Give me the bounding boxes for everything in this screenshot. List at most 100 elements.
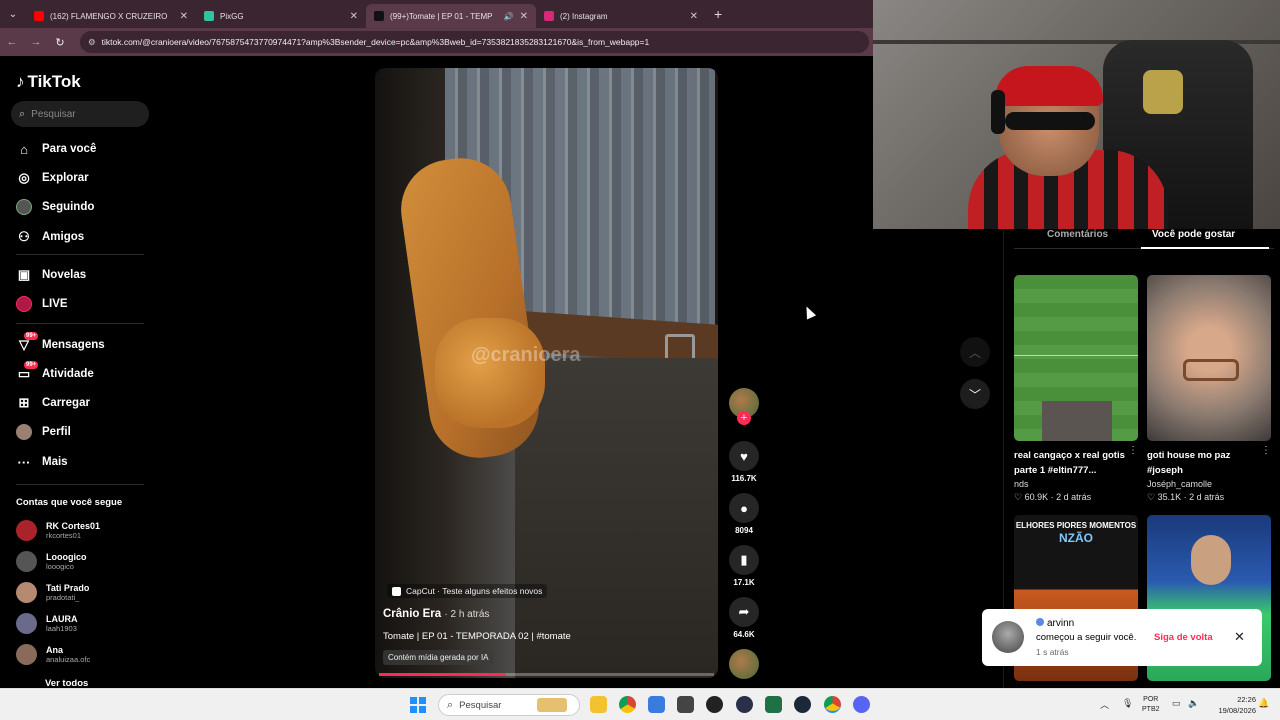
taskbar-search-input[interactable]: ⌕ Pesquisar xyxy=(438,694,580,716)
lang-layout: PTB2 xyxy=(1142,706,1160,713)
nav-mais[interactable]: ··· Mais xyxy=(16,454,68,470)
notification-user[interactable]: arvinn xyxy=(1036,618,1074,629)
app-icon[interactable] xyxy=(677,696,694,713)
browser-tab-instagram[interactable]: (2) Instagram ✕ xyxy=(536,4,706,28)
nav-mensagens[interactable]: ▽ 99+ Mensagens xyxy=(16,332,105,353)
followed-account[interactable]: Looogico looogico xyxy=(16,551,87,572)
close-icon[interactable]: ✕ xyxy=(350,11,358,22)
capcut-text: CapCut · Teste alguns efeitos novos xyxy=(406,586,543,596)
nav-novelas[interactable]: ▣ Novelas xyxy=(16,267,86,283)
windows-start-icon[interactable] xyxy=(410,697,426,713)
tab-search-button[interactable]: ⌄ xyxy=(0,0,26,28)
tray-chevron-icon[interactable]: ︿ xyxy=(1100,698,1109,711)
nav-seguindo[interactable]: Seguindo xyxy=(16,199,94,215)
clock-time: 22:26 xyxy=(1237,695,1256,704)
comment-icon: ● xyxy=(729,493,759,523)
steam-icon[interactable] xyxy=(794,696,811,713)
volume-icon[interactable]: 🔈 xyxy=(1188,698,1199,709)
back-icon[interactable]: ← xyxy=(0,36,24,48)
capcut-tag[interactable]: CapCut · Teste alguns efeitos novos xyxy=(387,584,548,598)
video-progress-bar[interactable] xyxy=(379,673,714,676)
share-icon: ➦ xyxy=(729,597,759,627)
excel-icon[interactable] xyxy=(765,696,782,713)
music-disc-button[interactable] xyxy=(727,649,761,679)
video-watermark: @cranioera xyxy=(471,344,581,366)
followed-account[interactable]: RK Cortes01 rkcortes01 xyxy=(16,520,100,541)
share-button[interactable]: ➦ 64.6K xyxy=(727,597,761,639)
account-name: Tati Prado xyxy=(46,583,90,593)
pitch-line xyxy=(1014,355,1138,356)
more-options-icon[interactable]: ⋮ xyxy=(1128,445,1138,456)
microphone-icon[interactable]: 🎙 xyxy=(1122,698,1133,709)
site-info-icon[interactable]: ⚙ xyxy=(88,37,96,48)
nav-para-voce[interactable]: ⌂ Para você xyxy=(16,141,96,157)
tiktok-logo[interactable]: ♪ TikTok xyxy=(16,72,81,92)
clock-date: 19/08/2026 xyxy=(1218,706,1256,715)
chrome-active-icon[interactable] xyxy=(824,696,841,713)
app-icon[interactable] xyxy=(648,696,665,713)
nav-perfil[interactable]: Perfil xyxy=(16,424,71,440)
app-icon[interactable] xyxy=(736,696,753,713)
file-explorer-icon[interactable] xyxy=(590,696,607,713)
browser-tab-bar: ⌄ (162) FLAMENGO X CRUZEIRO ✕ PixGG ✕ (9… xyxy=(0,0,873,28)
browser-tab-tiktok[interactable]: (99+)Tomate | EP 01 - TEMP 🔊 ✕ xyxy=(366,4,536,28)
instagram-icon xyxy=(544,11,554,21)
sidebar-divider xyxy=(16,484,144,485)
creator-avatar-button[interactable]: + xyxy=(727,388,761,425)
browser-tab-pixgg[interactable]: PixGG ✕ xyxy=(196,4,366,28)
avatar xyxy=(16,520,37,541)
chevron-down-icon: ﹀ xyxy=(968,387,981,402)
comment-button[interactable]: ● 8094 xyxy=(727,493,761,535)
reload-icon[interactable]: ↻ xyxy=(48,36,72,49)
profile-icon xyxy=(16,424,32,440)
taskbar-clock[interactable]: 22:26 19/08/2026 xyxy=(1206,694,1256,716)
chrome-icon[interactable] xyxy=(619,696,636,713)
next-video-button[interactable]: ﹀ xyxy=(960,379,990,409)
follow-plus-icon[interactable]: + xyxy=(737,411,751,425)
keyboard-language[interactable]: POR PTB2 xyxy=(1142,695,1160,715)
new-tab-button[interactable]: + xyxy=(714,6,722,22)
nav-amigos[interactable]: ⚇ Amigos xyxy=(16,229,84,245)
post-time: · 2 h atrás xyxy=(444,609,490,620)
tab-you-may-like[interactable]: Você pode gostar xyxy=(1152,229,1235,240)
nav-atividade[interactable]: ▭ 99+ Atividade xyxy=(16,361,94,382)
search-input[interactable]: ⌕ Pesquisar xyxy=(11,101,149,127)
video-player[interactable]: @cranioera CapCut · Teste alguns efeitos… xyxy=(375,68,718,678)
nav-live[interactable]: LIVE xyxy=(16,296,68,312)
card-meta: ♡ 60.9K · 2 d atrás xyxy=(1014,492,1092,502)
tab-comments[interactable]: Comentários xyxy=(1047,229,1108,240)
close-icon[interactable]: ✕ xyxy=(180,11,188,22)
network-icon[interactable]: ▭ xyxy=(1172,698,1181,709)
nav-explorar[interactable]: ◎ Explorar xyxy=(16,170,88,186)
discord-icon[interactable] xyxy=(853,696,870,713)
more-options-icon[interactable]: ⋮ xyxy=(1261,445,1271,456)
close-icon[interactable]: ✕ xyxy=(520,11,528,22)
suggested-video-card[interactable]: ⋮ goti house mo paz #joseph Joséph_camol… xyxy=(1147,275,1271,503)
followed-account[interactable]: LAURA laah1903 xyxy=(16,613,78,634)
windows-taskbar: ⌕ Pesquisar ︿ 🎙 POR PTB2 ▭ 🔈 22:26 19/08/2… xyxy=(0,688,1280,720)
speaker-icon[interactable]: 🔊 xyxy=(504,12,514,21)
obs-icon[interactable] xyxy=(706,696,723,713)
previous-video-button[interactable]: ︿ xyxy=(960,337,990,367)
suggested-video-card[interactable]: ⋮ real cangaço x real gotis parte 1 #elt… xyxy=(1014,275,1138,503)
account-name: Looogico xyxy=(46,552,87,562)
like-button[interactable]: ♥ 116.7K xyxy=(727,441,761,483)
browser-tab-youtube[interactable]: (162) FLAMENGO X CRUZEIRO ✕ xyxy=(26,4,196,28)
close-icon[interactable]: ✕ xyxy=(690,11,698,22)
webcam-overlay xyxy=(873,0,1280,229)
url-field[interactable]: ⚙ tiktok.com/@cranioera/video/7675875473… xyxy=(80,31,869,53)
nav-carregar[interactable]: ⊞ Carregar xyxy=(16,395,90,411)
video-author[interactable]: Crânio Era · 2 h atrás xyxy=(383,608,489,620)
side-panel-tabs: Comentários Você pode gostar xyxy=(1014,229,1274,249)
follow-back-button[interactable]: Siga de volta xyxy=(1154,632,1213,643)
forward-icon[interactable]: → xyxy=(24,36,48,48)
avatar[interactable] xyxy=(992,621,1024,653)
followed-account[interactable]: Tati Prado pradotati_ xyxy=(16,582,89,603)
notifications-icon[interactable]: 🔔 xyxy=(1258,698,1269,709)
save-button[interactable]: ▮ 17.1K xyxy=(727,545,761,587)
followed-account[interactable]: Ana analuizaa.ofc xyxy=(16,644,90,665)
card-likes: 60.9K xyxy=(1024,492,1049,502)
author-name: Crânio Era xyxy=(383,608,442,620)
close-icon[interactable]: ✕ xyxy=(1234,629,1245,645)
verified-dot-icon xyxy=(1036,618,1044,626)
